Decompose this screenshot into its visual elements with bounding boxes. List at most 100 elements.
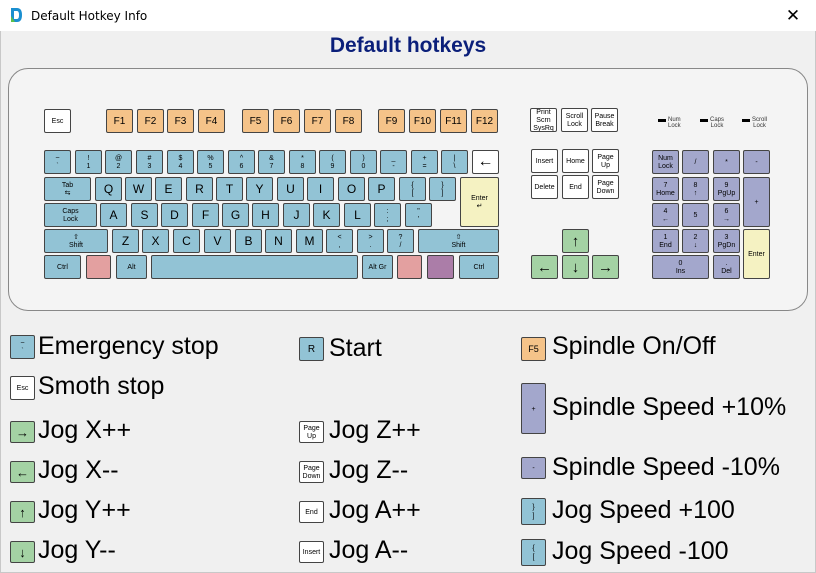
key-label: Home — [656, 190, 675, 197]
key-label: % — [207, 154, 214, 162]
key-label: ↓ — [19, 544, 26, 560]
key-y: Y — [246, 177, 273, 201]
key-h: H — [252, 203, 279, 227]
key-lshift: ⇧ Shift — [44, 229, 108, 253]
legend-label-jog-x-minus: Jog X-- — [38, 456, 119, 484]
key-d1: ! 1 — [75, 150, 102, 174]
key-end: End — [562, 175, 589, 199]
key-arrow-down: ↓ — [562, 255, 589, 279]
legend-key-jog-speed-minus: {[ — [521, 539, 546, 566]
key-label: ( — [331, 154, 334, 162]
key-label: F — [201, 208, 210, 223]
legend-label-emergency-stop: Emergency stop — [38, 332, 219, 360]
legend-key-spindle-speed-plus: + — [521, 383, 546, 434]
key-label: Page — [597, 153, 614, 161]
key-label: Alt — [127, 264, 136, 272]
key-label: Page — [303, 464, 320, 472]
key-np1: 1 End — [652, 229, 679, 253]
key-label: ← — [477, 153, 494, 171]
key-tab: Tab ⇆ — [44, 177, 91, 201]
key-label: T — [225, 182, 234, 197]
key-label: ← — [537, 258, 552, 276]
key-d7: & 7 — [258, 150, 285, 174]
key-label: Num — [658, 154, 673, 162]
key-label: 0 — [361, 163, 366, 170]
key-label: F9 — [385, 115, 398, 127]
title-bar: Default Hotkey Info ✕ — [0, 0, 816, 31]
key-label: Down — [302, 473, 321, 480]
key-label: @ — [114, 154, 123, 162]
key-j: J — [283, 203, 310, 227]
key-f7: F7 — [304, 109, 331, 133]
key-f2: F2 — [137, 109, 164, 133]
key-pause: Pause Break — [591, 108, 618, 132]
key-label: Break — [595, 121, 614, 128]
key-space — [151, 255, 358, 279]
key-label: ; — [386, 216, 389, 223]
key-label: \ — [453, 163, 456, 170]
close-button[interactable]: ✕ — [770, 0, 816, 31]
key-label: End — [659, 242, 672, 249]
app-logo-icon — [11, 8, 22, 22]
key-d3: #3 — [136, 150, 163, 174]
legend-label-jog-a-minus: Jog A-- — [329, 536, 409, 564]
key-label: H — [261, 208, 270, 223]
key-tilde: ~ ` — [44, 150, 71, 174]
key-label: Up — [307, 433, 316, 440]
key-semicolon: :; — [374, 203, 401, 227]
key-label: + — [422, 154, 427, 162]
key-label: ↓ — [571, 258, 580, 276]
legend-label-jog-y-minus: Jog Y-- — [38, 536, 116, 564]
key-label: J — [293, 208, 300, 223]
key-label: / — [399, 242, 402, 249]
legend-key-emergency-stop: ~ ` — [10, 335, 35, 359]
key-s: S — [131, 203, 158, 227]
legend-key-jog-x-plus: → — [10, 421, 35, 443]
key-label: ← — [16, 464, 29, 480]
key-label: 4 — [178, 163, 183, 170]
key-d0: ) 0 — [350, 150, 377, 174]
key-label: → — [723, 216, 730, 223]
key-label: F8 — [342, 115, 355, 127]
key-insert: Insert — [531, 149, 558, 173]
key-np5: 5 — [682, 203, 709, 227]
key-label: : — [386, 207, 389, 215]
key-quote: " ' — [405, 203, 432, 227]
key-period: >. — [357, 229, 384, 253]
key-label: / — [694, 159, 697, 167]
key-np-dot: . Del — [713, 255, 740, 279]
legend-label-jog-z-minus: Jog Z-- — [329, 456, 409, 484]
key-f8: F8 — [335, 109, 362, 133]
key-np-enter: Enter — [743, 229, 770, 279]
key-z: Z — [112, 229, 139, 253]
key-comma: <, — [326, 229, 353, 253]
key-label: → — [598, 258, 613, 276]
key-rshift: ⇧ Shift — [418, 229, 499, 253]
key-label: 9 — [724, 181, 729, 189]
key-np-plus: + — [743, 177, 770, 227]
key-label: Enter — [748, 251, 765, 259]
key-arrow-left: ← — [531, 255, 558, 279]
key-label: PgDn — [717, 242, 736, 249]
key-label: ↑ — [693, 190, 698, 197]
legend-key-jog-speed-plus: }] — [521, 498, 546, 525]
key-label: 5 — [208, 163, 213, 170]
key-np9: 9 PgUp — [713, 177, 740, 201]
legend-key-jog-x-minus: ← — [10, 461, 35, 483]
key-d5: % 5 — [197, 150, 224, 174]
key-label: 8 — [300, 163, 305, 170]
key-label: Down — [596, 188, 615, 195]
legend-key-start: R — [299, 337, 324, 361]
key-label: U — [286, 182, 295, 197]
key-label: ← — [662, 216, 669, 223]
key-label: Print — [536, 109, 551, 116]
key-label: 5 — [693, 212, 698, 220]
key-backslash: | \ — [441, 150, 468, 174]
key-label: ↵ — [476, 203, 483, 210]
key-label: Home — [566, 158, 585, 166]
key-minus: _ - — [380, 150, 407, 174]
key-label: + — [531, 405, 536, 413]
legend-key-jog-a-plus: End — [299, 501, 324, 523]
key-label: ⇧ — [73, 233, 79, 241]
legend-key-spindle-onoff: F5 — [521, 337, 546, 361]
